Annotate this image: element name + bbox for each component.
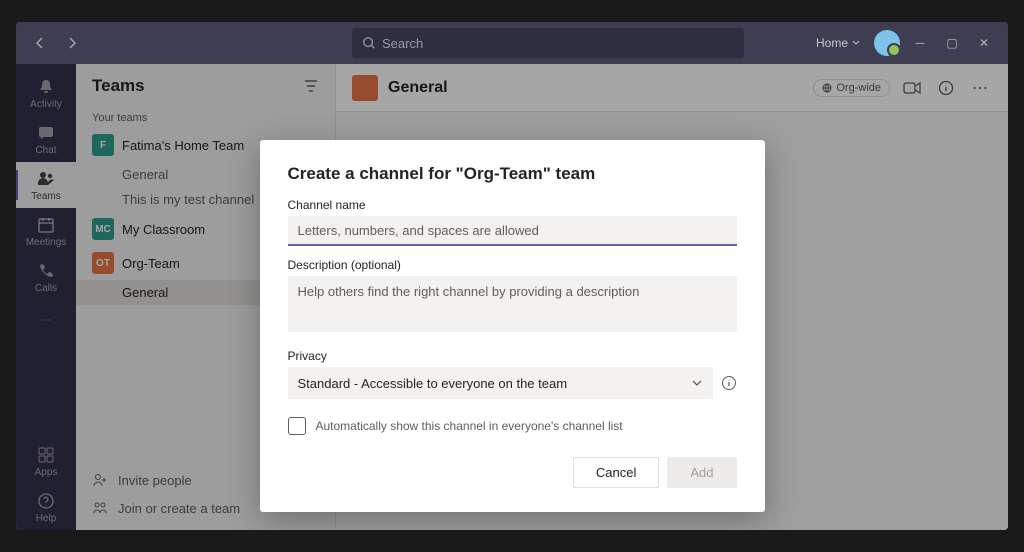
create-channel-dialog: Create a channel for "Org-Team" team Cha… bbox=[260, 140, 765, 512]
title-bar: Search Home ─ ▢ ✕ bbox=[16, 22, 1008, 64]
chevron-down-icon bbox=[691, 377, 703, 389]
home-dropdown[interactable]: Home bbox=[816, 36, 860, 50]
channel-name-input[interactable] bbox=[288, 216, 737, 246]
info-icon bbox=[721, 375, 737, 391]
back-button[interactable] bbox=[28, 31, 52, 55]
search-input[interactable]: Search bbox=[352, 28, 744, 58]
add-button[interactable]: Add bbox=[667, 457, 736, 488]
maximize-button[interactable]: ▢ bbox=[940, 31, 964, 55]
channel-name-label: Channel name bbox=[288, 198, 737, 212]
auto-show-label: Automatically show this channel in every… bbox=[316, 419, 623, 433]
privacy-label: Privacy bbox=[288, 349, 737, 363]
chevron-down-icon bbox=[852, 39, 860, 47]
dialog-overlay: Create a channel for "Org-Team" team Cha… bbox=[16, 64, 1008, 530]
forward-button[interactable] bbox=[60, 31, 84, 55]
search-placeholder: Search bbox=[382, 36, 423, 51]
privacy-info-button[interactable] bbox=[721, 375, 737, 391]
dialog-title: Create a channel for "Org-Team" team bbox=[288, 164, 737, 184]
app-body: Activity Chat Teams Meetings Calls ⋯ bbox=[16, 64, 1008, 530]
user-avatar[interactable] bbox=[874, 30, 900, 56]
auto-show-checkbox[interactable] bbox=[288, 417, 306, 435]
close-button[interactable]: ✕ bbox=[972, 31, 996, 55]
privacy-select[interactable]: Standard - Accessible to everyone on the… bbox=[288, 367, 713, 399]
description-label: Description (optional) bbox=[288, 258, 737, 272]
search-icon bbox=[362, 36, 376, 50]
description-input[interactable] bbox=[288, 276, 737, 332]
app-window: Search Home ─ ▢ ✕ Activity Chat Teams bbox=[16, 22, 1008, 530]
minimize-button[interactable]: ─ bbox=[908, 31, 932, 55]
cancel-button[interactable]: Cancel bbox=[573, 457, 659, 488]
